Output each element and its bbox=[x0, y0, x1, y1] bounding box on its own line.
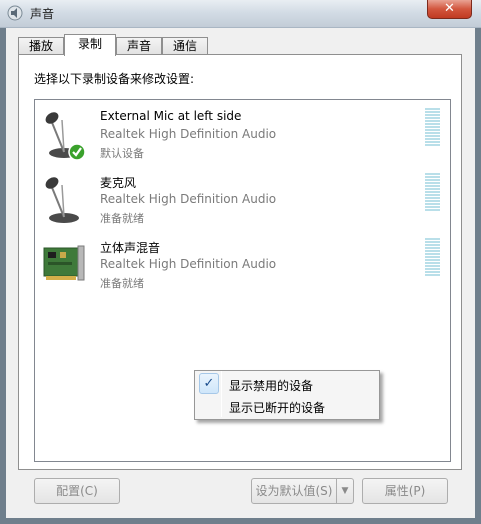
properties-button[interactable]: 属性(P) bbox=[362, 478, 448, 504]
device-name: 麦克风 bbox=[100, 176, 137, 190]
device-driver: Realtek High Definition Audio bbox=[100, 257, 277, 271]
check-icon: ✓ bbox=[199, 373, 219, 394]
set-default-button[interactable]: 设为默认值(S) bbox=[251, 478, 337, 504]
sound-dialog: 播放 录制 声音 通信 选择以下录制设备来修改设置: External Mic … bbox=[6, 28, 475, 518]
tab-recording[interactable]: 录制 bbox=[64, 34, 116, 56]
microphone-icon bbox=[45, 112, 86, 160]
level-meter bbox=[425, 238, 440, 278]
device-item-external-mic[interactable]: External Mic at left side Realtek High D… bbox=[35, 100, 450, 160]
configure-button[interactable]: 配置(C) bbox=[34, 478, 120, 504]
menu-item-show-disabled[interactable]: ✓ 显示禁用的设备 bbox=[197, 373, 377, 395]
device-driver: Realtek High Definition Audio bbox=[100, 127, 277, 141]
level-meter bbox=[425, 173, 440, 213]
device-name: External Mic at left side bbox=[100, 109, 242, 123]
menu-item-label: 显示已断开的设备 bbox=[229, 401, 326, 415]
device-driver: Realtek High Definition Audio bbox=[100, 192, 277, 206]
tab-playback[interactable]: 播放 bbox=[18, 37, 64, 55]
tab-sounds[interactable]: 声音 bbox=[116, 37, 162, 55]
instruction-text: 选择以下录制设备来修改设置: bbox=[34, 72, 195, 86]
level-meter bbox=[425, 108, 440, 148]
microphone-icon bbox=[45, 177, 79, 223]
device-status: 准备就绪 bbox=[100, 212, 144, 225]
menu-item-show-disconnected[interactable]: 显示已断开的设备 bbox=[197, 395, 377, 417]
device-item-microphone[interactable]: 麦克风 Realtek High Definition Audio 准备就绪 bbox=[35, 165, 450, 225]
menu-item-label: 显示禁用的设备 bbox=[229, 379, 314, 393]
speaker-icon bbox=[7, 5, 23, 21]
device-status: 默认设备 bbox=[100, 147, 144, 160]
window-title: 声音 bbox=[30, 7, 55, 21]
tab-communications[interactable]: 通信 bbox=[162, 37, 208, 55]
device-item-stereo-mix[interactable]: 立体声混音 Realtek High Definition Audio 准备就绪 bbox=[35, 230, 450, 290]
sound-card-icon bbox=[43, 245, 85, 281]
context-menu: ✓ 显示禁用的设备 显示已断开的设备 bbox=[194, 370, 380, 420]
set-default-dropdown[interactable]: ▼ bbox=[336, 478, 354, 504]
close-button[interactable]: ✕ bbox=[427, 0, 472, 19]
device-status: 准备就绪 bbox=[100, 277, 144, 290]
device-name: 立体声混音 bbox=[100, 241, 161, 255]
title-bar: 声音 ✕ bbox=[0, 0, 481, 28]
